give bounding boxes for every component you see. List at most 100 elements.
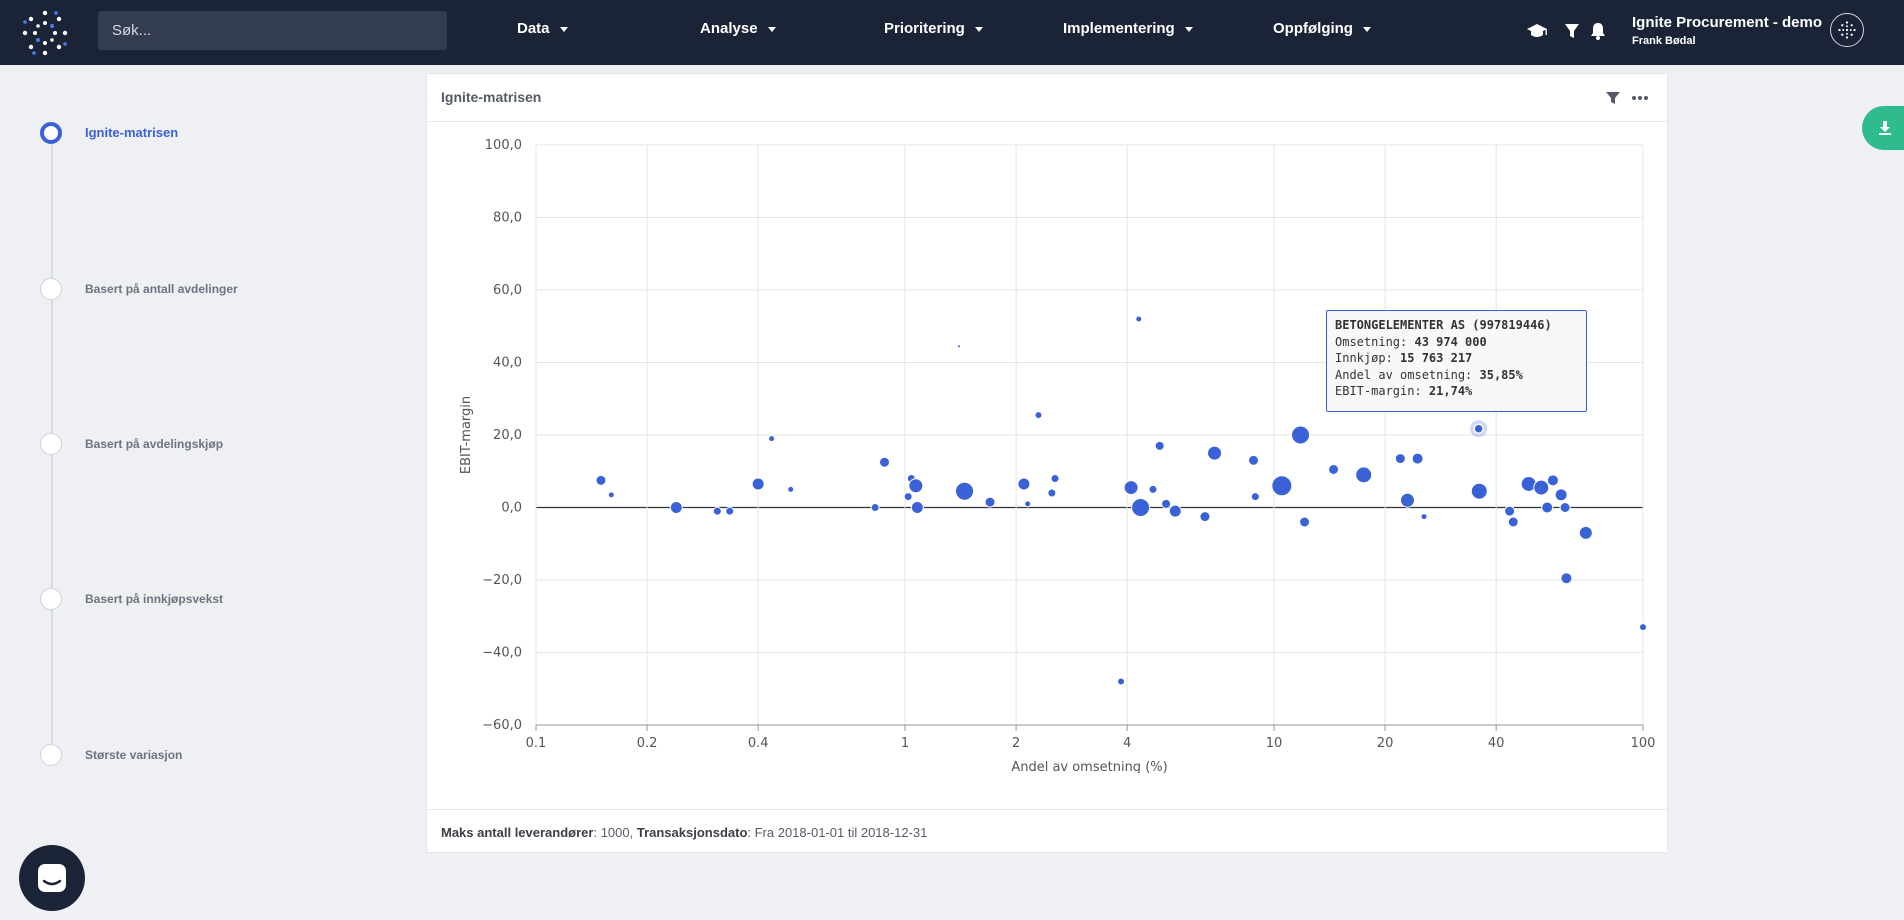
chevron-down-icon [559, 26, 568, 32]
x-tick-label: 0.4 [748, 736, 769, 751]
card-footer-divider [427, 809, 1667, 810]
data-point [1470, 482, 1488, 500]
data-point [1017, 477, 1031, 491]
filter-icon[interactable] [1561, 21, 1583, 41]
data-point [1504, 505, 1516, 517]
y-tick-label: 20,0 [493, 428, 522, 443]
tooltip-label: Andel av omsetning: [1335, 367, 1480, 382]
data-point [1554, 488, 1568, 502]
data-point [1199, 511, 1211, 523]
bell-icon[interactable] [1587, 21, 1609, 41]
top-navigation-bar: Data Analyse Prioritering Implementering… [0, 0, 1904, 65]
step-avdelingskjop[interactable]: Basert på avdelingskjøp [40, 433, 340, 457]
chat-icon [38, 864, 66, 892]
nav-data[interactable]: Data [517, 20, 568, 37]
nav-oppfolging[interactable]: Oppfølging [1273, 20, 1371, 37]
data-point-highlighted [1473, 423, 1484, 434]
data-point [669, 501, 683, 514]
data-point [1135, 315, 1143, 323]
data-point [1148, 484, 1158, 494]
step-ignite-matrisen[interactable]: Ignite-matrisen [40, 122, 340, 146]
step-indicator [40, 278, 62, 300]
data-point [787, 485, 795, 493]
step-storste-variasjon[interactable]: Største variasjon [40, 744, 340, 768]
user-name: Frank Bødal [1632, 35, 1696, 47]
profile-icon[interactable] [1830, 13, 1864, 47]
footer-date-value: : Fra 2018-01-01 til 2018-12-31 [747, 825, 928, 840]
y-tick-label: 0,0 [501, 501, 522, 516]
data-point [768, 435, 776, 443]
data-point [1411, 452, 1424, 465]
data-point [1541, 501, 1554, 514]
chat-button[interactable] [19, 845, 85, 911]
company-name: Ignite Procurement - demo [1632, 14, 1823, 31]
step-antall-avdelinger[interactable]: Basert på antall avdelinger [40, 278, 340, 302]
step-indicator [40, 588, 62, 610]
x-axis-title: Andel av omsetning (%) [1011, 760, 1167, 773]
tooltip-row: Andel av omsetning: 35,85% [1335, 367, 1578, 384]
step-label: Basert på avdelingskjøp [85, 437, 224, 451]
data-point [910, 501, 924, 514]
x-tick-label: 20 [1377, 736, 1394, 751]
chevron-down-icon [767, 26, 776, 32]
tooltip-label: Omsetning: [1335, 334, 1415, 349]
data-point [1291, 425, 1311, 445]
nav-analyse[interactable]: Analyse [700, 20, 776, 37]
download-button[interactable] [1862, 106, 1904, 150]
y-axis-ticks: 100,0 80,0 60,0 40,0 20,0 0,0 −20,0 −40,0 −60,0 [482, 138, 522, 733]
x-tick-label: 0.2 [637, 736, 658, 751]
x-tick-label: 1 [901, 736, 909, 751]
data-point [751, 477, 765, 491]
download-icon [1879, 121, 1891, 135]
y-tick-label: −60,0 [482, 718, 522, 733]
x-tick-label: 40 [1488, 736, 1505, 751]
step-indicator [40, 744, 62, 766]
data-point [1507, 516, 1519, 528]
x-tick-label: 10 [1266, 736, 1283, 751]
data-point [1050, 474, 1060, 483]
y-tick-label: 60,0 [493, 283, 522, 298]
data-point [1578, 525, 1593, 540]
data-point [1546, 474, 1559, 487]
data-point [1299, 516, 1311, 528]
data-point [1047, 488, 1057, 498]
chevron-down-icon [1362, 26, 1371, 32]
scatter-chart: 0.1 0.2 0.4 1 2 4 10 20 40 100 100,0 80,0 60,0 40,0 2… [459, 138, 1656, 773]
data-point [1154, 440, 1165, 451]
data-point [984, 496, 996, 508]
data-point [725, 506, 735, 516]
data-point [1355, 466, 1373, 484]
footer-max-label: Maks antall leverandører [441, 825, 594, 840]
nav-prioritering-label: Prioritering [884, 20, 965, 37]
tooltip-value: 35,85% [1479, 367, 1523, 382]
data-point [903, 492, 913, 502]
x-tick-label: 100 [1631, 736, 1656, 751]
data-point [1248, 454, 1260, 466]
tooltip-label: Innkjøp: [1335, 351, 1401, 365]
ignite-logo-icon[interactable] [20, 8, 70, 58]
search-input[interactable] [98, 11, 447, 50]
graduation-cap-icon[interactable] [1526, 21, 1548, 41]
card-footer: Maks antall leverandører: 1000, Transaks… [441, 825, 927, 840]
chart-grid [535, 144, 1644, 731]
data-point [1024, 500, 1032, 508]
data-point [1207, 445, 1223, 461]
nav-implementering-label: Implementering [1063, 20, 1175, 37]
data-point [1271, 475, 1293, 497]
step-label: Største variasjon [85, 748, 183, 762]
step-label: Basert på innkjøpsvekst [85, 592, 224, 606]
tooltip-row: EBIT-margin: 21,74% [1335, 383, 1578, 400]
data-point [956, 344, 961, 349]
data-point [1250, 492, 1260, 502]
x-tick-label: 2 [1012, 736, 1020, 751]
y-tick-label: 80,0 [493, 211, 522, 226]
step-innkjopsvekst[interactable]: Basert på innkjøpsvekst [40, 588, 340, 612]
chart-tooltip: BETONGELEMENTER AS (997819446) Omsetning… [1326, 310, 1587, 412]
nav-prioritering[interactable]: Prioritering [884, 20, 983, 37]
tooltip-value: 21,74% [1428, 384, 1473, 398]
tooltip-value: 43 974 000 [1414, 334, 1487, 349]
data-point [1394, 453, 1406, 465]
tooltip-value: 15 763 217 [1400, 351, 1473, 365]
data-point [1639, 623, 1647, 632]
nav-implementering[interactable]: Implementering [1063, 20, 1193, 37]
